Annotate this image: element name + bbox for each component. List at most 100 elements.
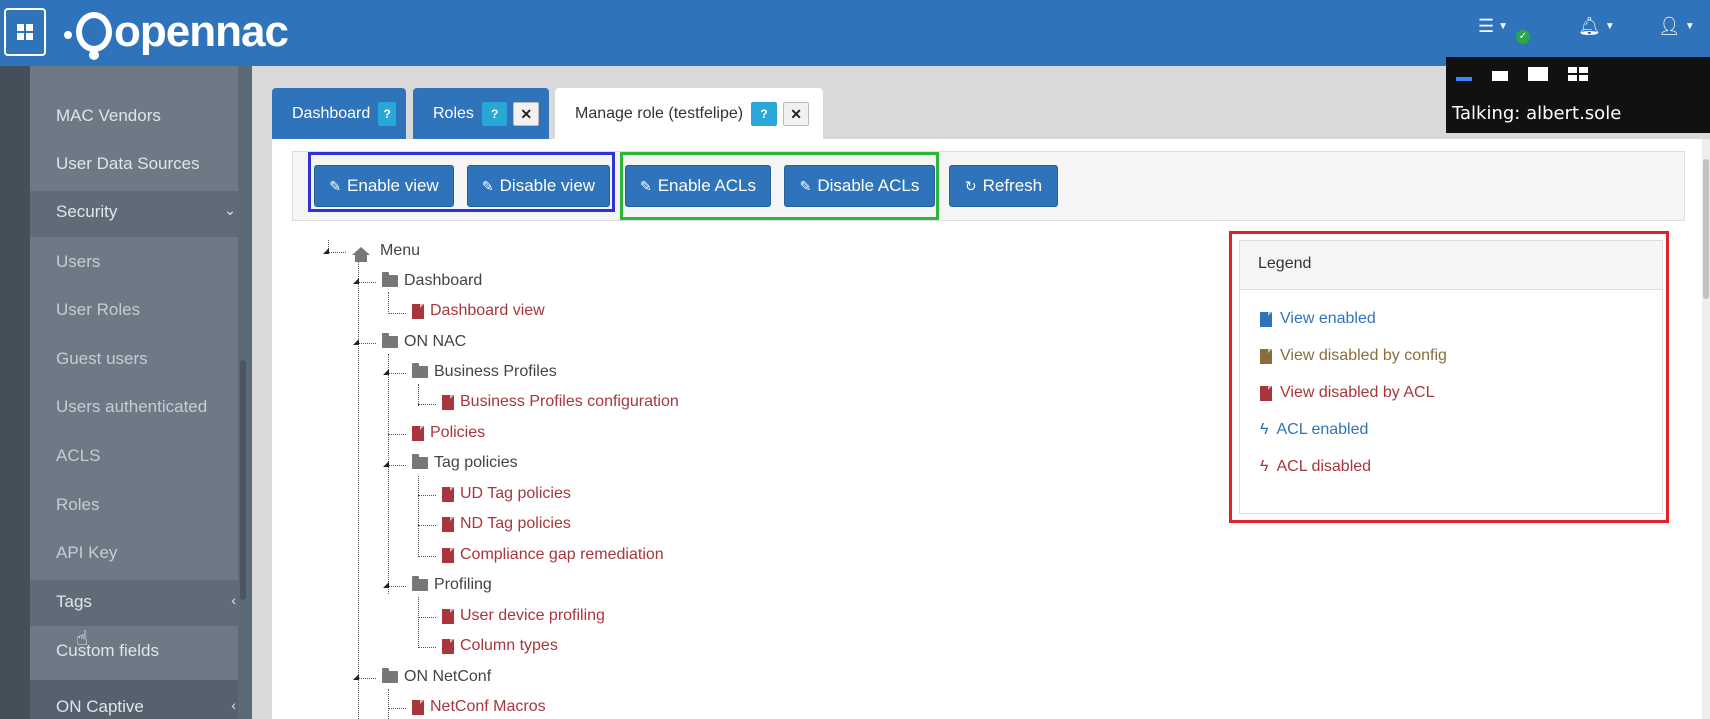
tree-node-menu[interactable]: Menu [352, 242, 421, 262]
caret-down-icon: ▼ [1498, 21, 1509, 32]
apps-grid-button[interactable] [4, 8, 46, 56]
sidebar-item-on-captive[interactable]: ON Captive ‹ [56, 697, 236, 717]
tree-connector [388, 313, 406, 314]
file-icon [442, 516, 454, 532]
mouse-cursor-icon: ☝︎ [76, 628, 89, 650]
talking-overlay: Talking: albert.sole [1446, 57, 1710, 133]
notifications-button[interactable]: 🔔︎ ▼ [1578, 16, 1615, 37]
tree-node-label: Business Profiles [434, 363, 557, 380]
tree-connector [388, 354, 389, 594]
large-layout-icon[interactable] [1528, 67, 1548, 81]
tree-node-on-nac[interactable]: ON NAC [382, 333, 466, 351]
tree-connector [418, 556, 436, 557]
sidebar-item-api-key[interactable]: API Key [56, 543, 236, 563]
tree-connector [418, 495, 436, 496]
logo-o-mark [76, 12, 112, 60]
tree-connector [388, 292, 389, 314]
sidebar-item-security[interactable]: Security ⌄ [56, 202, 236, 222]
sidebar-item-label: ON Captive [56, 697, 144, 716]
help-badge[interactable]: ? [378, 101, 396, 126]
refresh-icon: ↻ [964, 177, 977, 194]
file-icon [442, 486, 454, 502]
sidebar-item-guest-users[interactable]: Guest users [56, 349, 236, 369]
tree-node-label: Menu [380, 242, 421, 259]
grid-layout-icon[interactable] [1568, 67, 1588, 81]
grid-icon [17, 24, 33, 40]
folder-icon [382, 272, 398, 287]
tree-connector [358, 262, 359, 719]
tree-node-dashboard[interactable]: Dashboard [382, 272, 482, 290]
tree-node-dashboard-view[interactable]: Dashboard view [412, 302, 545, 320]
tree-toggle-icon[interactable] [323, 248, 329, 254]
tree-node-netconf-macros[interactable]: NetConf Macros [412, 698, 546, 716]
chevron-down-icon: ⌄ [224, 202, 236, 218]
sidebar-item-roles[interactable]: Roles [56, 495, 236, 515]
tab-roles[interactable]: Roles ? ✕ [413, 88, 549, 139]
scrollbar-thumb[interactable] [1703, 159, 1709, 299]
tree-node-label: Profiling [434, 576, 492, 593]
tree-connector [388, 465, 406, 466]
tree-connector [388, 586, 406, 587]
tree-connector [388, 434, 406, 435]
tree-toggle-icon[interactable] [353, 339, 359, 345]
tree-node-label: Column types [460, 637, 558, 654]
close-tab-button[interactable]: ✕ [513, 101, 539, 126]
user-menu-button[interactable]: 👤︎ ▼ [1658, 16, 1695, 37]
tree-node-nd-tag-policies[interactable]: ND Tag policies [442, 515, 571, 533]
small-layout-icon[interactable] [1492, 71, 1508, 81]
tree-node-on-netconf[interactable]: ON NetConf [382, 668, 491, 686]
tree-toggle-icon[interactable] [353, 674, 359, 680]
file-icon [442, 638, 454, 654]
logo-dot [64, 31, 72, 39]
file-icon [412, 303, 424, 319]
tree-node-label: UD Tag policies [460, 485, 571, 502]
refresh-button[interactable]: ↻ Refresh [949, 165, 1058, 207]
tree-node-tag-policies[interactable]: Tag policies [412, 454, 518, 472]
sidebar-item-users-authenticated[interactable]: Users authenticated [56, 397, 236, 417]
sidebar-item-label: Tags [56, 592, 92, 611]
tree-node-ud-tag-policies[interactable]: UD Tag policies [442, 485, 571, 503]
help-badge[interactable]: ? [481, 101, 508, 126]
tree-connector [418, 617, 436, 618]
sidebar-item-label: Security [56, 202, 118, 221]
sidebar-scrollbar[interactable] [240, 360, 246, 600]
layout-controls [1456, 67, 1588, 81]
tree-toggle-icon[interactable] [383, 582, 389, 588]
tree-toggle-icon[interactable] [383, 461, 389, 467]
help-badge[interactable]: ? [751, 101, 778, 126]
opennac-logo[interactable]: opennac [64, 4, 289, 60]
minimize-layout-icon[interactable] [1456, 77, 1472, 81]
tree-node-user-device-profiling[interactable]: User device profiling [442, 607, 605, 625]
folder-icon [382, 333, 398, 348]
file-icon [412, 699, 424, 715]
sidebar-item-tags[interactable]: Tags ‹ [56, 592, 236, 612]
tree-node-label: Business Profiles configuration [460, 393, 679, 410]
tree-node-label: Dashboard view [430, 302, 545, 319]
tab-dashboard[interactable]: Dashboard ? [272, 88, 406, 139]
tree-node-column-types[interactable]: Column types [442, 637, 558, 655]
home-icon [352, 247, 370, 262]
tree-node-business-profiles-configuration[interactable]: Business Profiles configuration [442, 393, 679, 411]
tree-node-label: NetConf Macros [430, 698, 546, 715]
tree-node-label: ND Tag policies [460, 515, 571, 532]
server-menu-button[interactable]: ☰ ▼ [1478, 16, 1508, 37]
status-ok-icon: ✓ [1516, 30, 1530, 44]
tree-toggle-icon[interactable] [353, 278, 359, 284]
tree-node-business-profiles[interactable]: Business Profiles [412, 363, 557, 381]
page-scrollbar[interactable] [1702, 139, 1710, 719]
tree-node-profiling[interactable]: Profiling [412, 576, 492, 594]
sidebar-item-user-data-sources[interactable]: User Data Sources [56, 154, 236, 174]
sidebar-item-user-roles[interactable]: User Roles [56, 300, 236, 320]
sidebar-item-acls[interactable]: ACLS [56, 446, 236, 466]
tab-manage-role[interactable]: Manage role (testfelipe) ? ✕ [555, 88, 823, 139]
close-tab-button[interactable]: ✕ [783, 101, 810, 126]
logo-text: opennac [114, 7, 289, 56]
tree-toggle-icon[interactable] [383, 369, 389, 375]
tree-connector [418, 597, 419, 648]
tree-connector [418, 404, 436, 405]
sidebar-item-mac-vendors[interactable]: MAC Vendors [56, 106, 236, 126]
button-label: Refresh [982, 176, 1043, 195]
tree-node-policies[interactable]: Policies [412, 424, 485, 442]
tree-node-compliance-gap-remediation[interactable]: Compliance gap remediation [442, 546, 664, 564]
sidebar-item-users[interactable]: Users [56, 252, 236, 272]
